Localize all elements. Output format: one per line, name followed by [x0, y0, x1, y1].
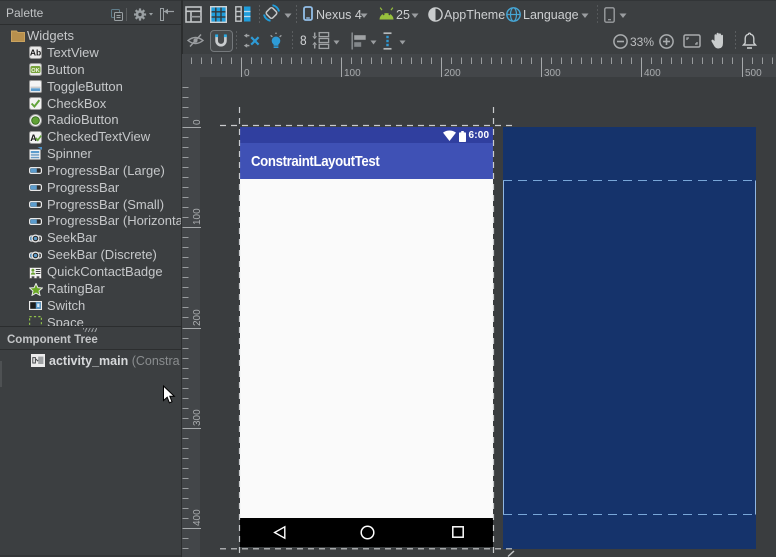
svg-text:0: 0	[192, 119, 203, 125]
svg-text:300: 300	[544, 68, 561, 79]
svg-text:0: 0	[244, 68, 250, 79]
svg-text:200: 200	[444, 68, 461, 79]
svg-text:OK: OK	[31, 68, 39, 74]
svg-text:400: 400	[644, 68, 661, 79]
svg-text:100: 100	[344, 68, 361, 79]
svg-text:100: 100	[192, 208, 203, 225]
svg-text:200: 200	[192, 309, 203, 326]
svg-text:400: 400	[192, 509, 203, 526]
svg-text:300: 300	[192, 409, 203, 426]
svg-text:500: 500	[745, 68, 762, 79]
svg-text:Ab: Ab	[30, 48, 41, 58]
